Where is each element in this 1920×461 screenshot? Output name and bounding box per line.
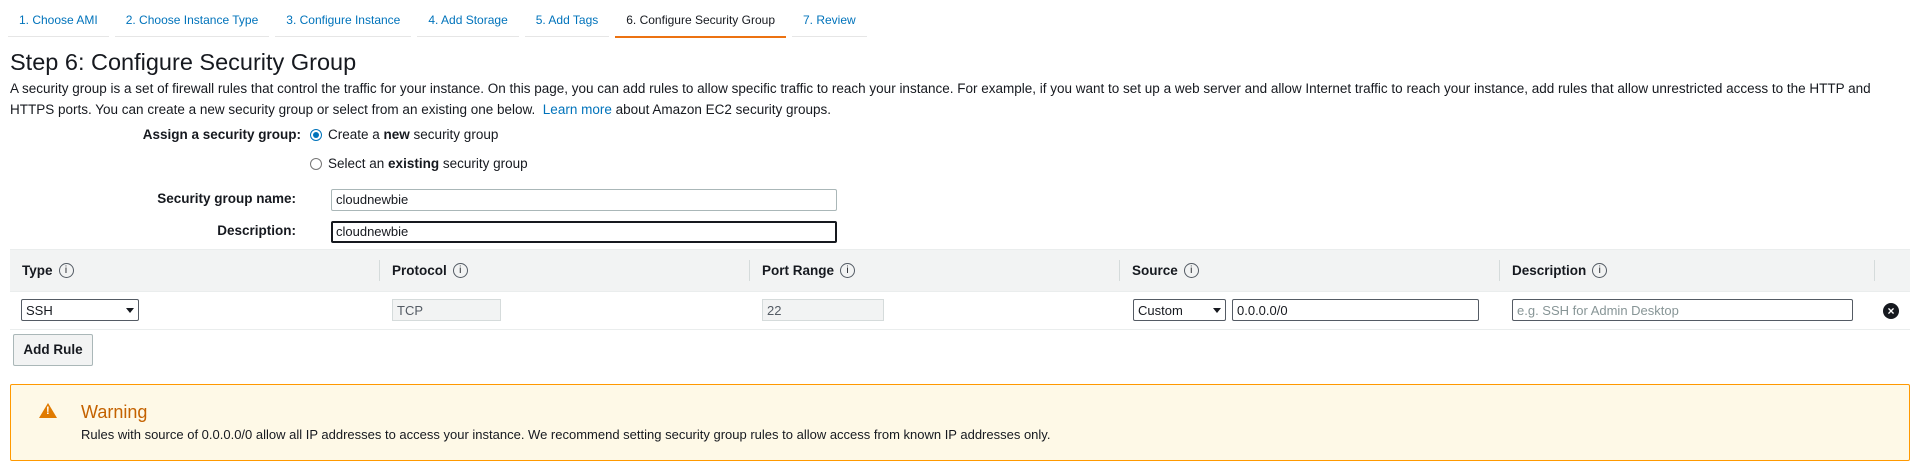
tab-add-tags[interactable]: 5. Add Tags bbox=[524, 0, 610, 37]
page-title: Step 6: Configure Security Group bbox=[10, 49, 357, 75]
rules-table-header: Type i Protocol i Port Range i Source i Desc… bbox=[10, 249, 1910, 292]
tab-configure-security-group[interactable]: 6. Configure Security Group bbox=[615, 0, 786, 38]
rule-protocol-field: TCP bbox=[392, 299, 501, 321]
tab-choose-instance-type[interactable]: 2. Choose Instance Type bbox=[114, 0, 270, 37]
info-icon[interactable]: i bbox=[1183, 262, 1199, 278]
warning-title: Warning bbox=[81, 402, 148, 422]
assign-security-group-label: Assign a security group: bbox=[142, 127, 301, 142]
info-icon[interactable]: i bbox=[840, 262, 856, 278]
rule-type-value: SSH bbox=[26, 302, 53, 318]
radio-create-new[interactable] bbox=[310, 128, 322, 141]
table-row: SSH TCP 22 Custom 0.0.0.0/0 e.g. SSH for… bbox=[10, 292, 1910, 330]
chevron-down-icon bbox=[1213, 307, 1221, 313]
header-protocol-label: Protocol bbox=[392, 263, 447, 278]
option-select-existing-pre: Select an bbox=[328, 156, 389, 171]
rule-source-cidr-input[interactable]: 0.0.0.0/0 bbox=[1232, 299, 1479, 321]
rule-port-range-field: 22 bbox=[762, 299, 884, 321]
page-description: A security group is a set of firewall ru… bbox=[10, 78, 1915, 120]
security-group-name-input[interactable]: cloudnewbie bbox=[331, 189, 837, 211]
header-port-range-label: Port Range bbox=[762, 263, 835, 278]
tab-configure-instance[interactable]: 3. Configure Instance bbox=[275, 0, 412, 37]
header-port-range: Port Range i bbox=[750, 250, 1120, 291]
rule-type-select[interactable]: SSH bbox=[21, 299, 139, 321]
wizard-steps: 1. Choose AMI 2. Choose Instance Type 3.… bbox=[8, 0, 873, 38]
tab-add-storage[interactable]: 4. Add Storage bbox=[417, 0, 519, 37]
info-icon[interactable]: i bbox=[452, 262, 468, 278]
warning-text: Rules with source of 0.0.0.0/0 allow all… bbox=[81, 427, 1051, 442]
security-group-name-label: Security group name: bbox=[157, 191, 296, 206]
header-source: Source i bbox=[1120, 250, 1500, 291]
description-input[interactable]: cloudnewbie bbox=[331, 221, 837, 243]
warning-alert: ! Warning Rules with source of 0.0.0.0/0… bbox=[10, 384, 1910, 461]
description-label: Description: bbox=[217, 223, 296, 238]
warning-icon: ! bbox=[39, 403, 57, 418]
rule-source-mode-value: Custom bbox=[1138, 302, 1183, 318]
radio-select-existing[interactable] bbox=[310, 157, 322, 170]
option-create-new-text: Create a new security group bbox=[328, 127, 498, 142]
remove-rule-icon[interactable]: × bbox=[1883, 303, 1899, 319]
info-icon[interactable]: i bbox=[1592, 262, 1608, 278]
option-select-existing-text: Select an existing security group bbox=[328, 156, 528, 171]
option-create-new-bold: new bbox=[383, 127, 410, 142]
chevron-down-icon bbox=[126, 307, 134, 313]
header-type: Type i bbox=[10, 250, 380, 291]
intro-suffix: about Amazon EC2 security groups. bbox=[615, 102, 831, 117]
header-description-label: Description bbox=[1512, 263, 1587, 278]
rule-source-select[interactable]: Custom bbox=[1133, 299, 1226, 321]
option-select-existing-bold: existing bbox=[388, 156, 440, 171]
option-create-new-pre: Create a bbox=[328, 127, 384, 142]
tab-choose-ami[interactable]: 1. Choose AMI bbox=[8, 0, 109, 37]
intro-text: A security group is a set of firewall ru… bbox=[10, 81, 1871, 117]
option-select-existing[interactable]: Select an existing security group bbox=[310, 156, 528, 171]
header-description: Description i bbox=[1500, 250, 1875, 291]
tab-review[interactable]: 7. Review bbox=[792, 0, 867, 37]
header-actions bbox=[1875, 250, 1910, 291]
security-rules-table: Type i Protocol i Port Range i Source i Desc… bbox=[10, 249, 1910, 330]
option-create-new[interactable]: Create a new security group bbox=[310, 127, 498, 142]
rule-description-input[interactable]: e.g. SSH for Admin Desktop bbox=[1512, 299, 1853, 321]
header-source-label: Source bbox=[1132, 263, 1178, 278]
option-select-existing-post: security group bbox=[439, 156, 528, 171]
option-create-new-post: security group bbox=[409, 127, 499, 142]
info-icon[interactable]: i bbox=[58, 262, 74, 278]
header-protocol: Protocol i bbox=[380, 250, 750, 291]
learn-more-link[interactable]: Learn more bbox=[543, 102, 612, 117]
add-rule-button[interactable]: Add Rule bbox=[13, 334, 93, 366]
header-type-label: Type bbox=[22, 263, 53, 278]
